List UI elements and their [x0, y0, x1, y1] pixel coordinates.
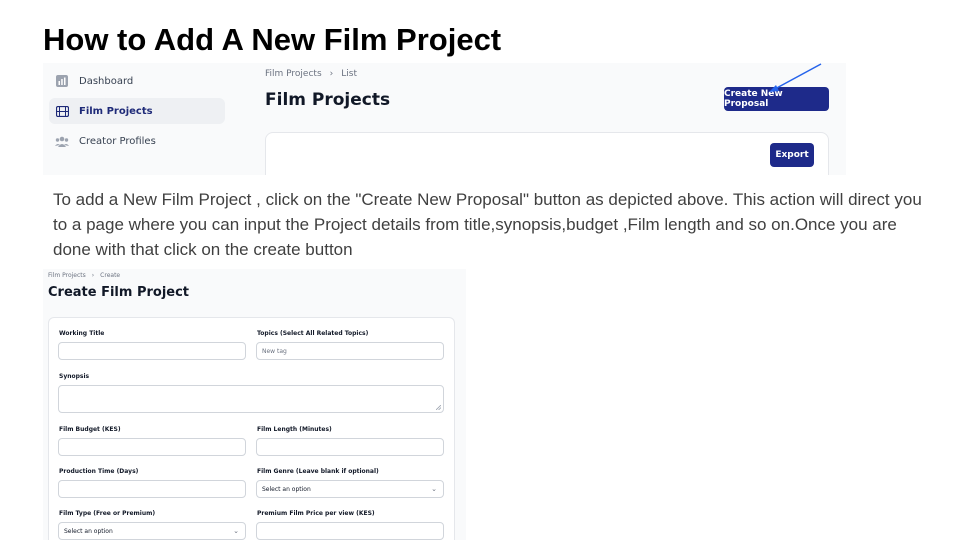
chevron-down-icon: ⌄: [233, 527, 239, 535]
topics-tag-input[interactable]: New tag: [256, 342, 444, 360]
sidebar-item-film-projects[interactable]: Film Projects: [49, 98, 225, 124]
chevron-right-icon: ›: [91, 272, 95, 279]
budget-label: Film Budget (KES): [59, 426, 121, 433]
instruction-text: To add a New Film Project , click on the…: [53, 190, 922, 259]
production-time-label: Production Time (Days): [59, 468, 139, 475]
production-time-input[interactable]: [58, 480, 246, 498]
film-type-label: Film Type (Free or Premium): [59, 510, 156, 517]
genre-label: Film Genre (Leave blank if optional): [257, 468, 379, 475]
chevron-right-icon: ›: [329, 69, 334, 79]
budget-input[interactable]: [58, 438, 246, 456]
working-title-input[interactable]: [58, 342, 246, 360]
export-button[interactable]: Export: [770, 143, 814, 167]
page-title: Film Projects: [265, 90, 391, 110]
synopsis-label: Synopsis: [59, 373, 90, 380]
film-icon: [55, 104, 69, 118]
annotation-arrow: [769, 63, 822, 92]
topics-label: Topics (Select All Related Topics): [257, 330, 369, 337]
chart-icon: [55, 74, 69, 88]
page-title: Create Film Project: [48, 285, 190, 300]
breadcrumb: Film Projects › List: [265, 69, 357, 79]
genre-select[interactable]: Select an option ⌄: [256, 480, 444, 498]
film-type-select[interactable]: Select an option ⌄: [58, 522, 246, 540]
premium-price-input[interactable]: [256, 522, 444, 540]
genre-selected: Select an option: [262, 485, 311, 493]
resize-handle-icon[interactable]: [436, 405, 441, 410]
sidebar-item-label: Dashboard: [79, 75, 134, 87]
breadcrumb-link[interactable]: Film Projects: [265, 69, 322, 79]
working-title-label: Working Title: [59, 330, 105, 337]
breadcrumb-current: Create: [100, 272, 121, 279]
users-icon: [55, 134, 69, 148]
breadcrumb-current: List: [341, 69, 357, 79]
film-projects-list-screenshot: Dashboard Film Projects Creator Profiles…: [43, 63, 846, 175]
synopsis-textarea[interactable]: [58, 385, 444, 413]
length-input[interactable]: [256, 438, 444, 456]
sidebar-item-label: Film Projects: [79, 105, 153, 117]
form-card: Working Title Topics (Select All Related…: [48, 317, 455, 540]
chevron-down-icon: ⌄: [431, 485, 437, 493]
table-card: Export: [265, 132, 829, 175]
slide-title: How to Add A New Film Project: [43, 22, 502, 57]
film-type-selected: Select an option: [64, 527, 113, 535]
create-film-project-screenshot: Film Projects › Create Create Film Proje…: [43, 269, 466, 540]
breadcrumb: Film Projects › Create: [48, 272, 120, 279]
sidebar-item-dashboard[interactable]: Dashboard: [49, 68, 225, 94]
sidebar-item-creator-profiles[interactable]: Creator Profiles: [49, 128, 225, 154]
sidebar-item-label: Creator Profiles: [79, 135, 156, 147]
premium-price-label: Premium Film Price per view (KES): [257, 510, 375, 517]
length-label: Film Length (Minutes): [257, 426, 332, 433]
breadcrumb-link[interactable]: Film Projects: [48, 272, 86, 279]
